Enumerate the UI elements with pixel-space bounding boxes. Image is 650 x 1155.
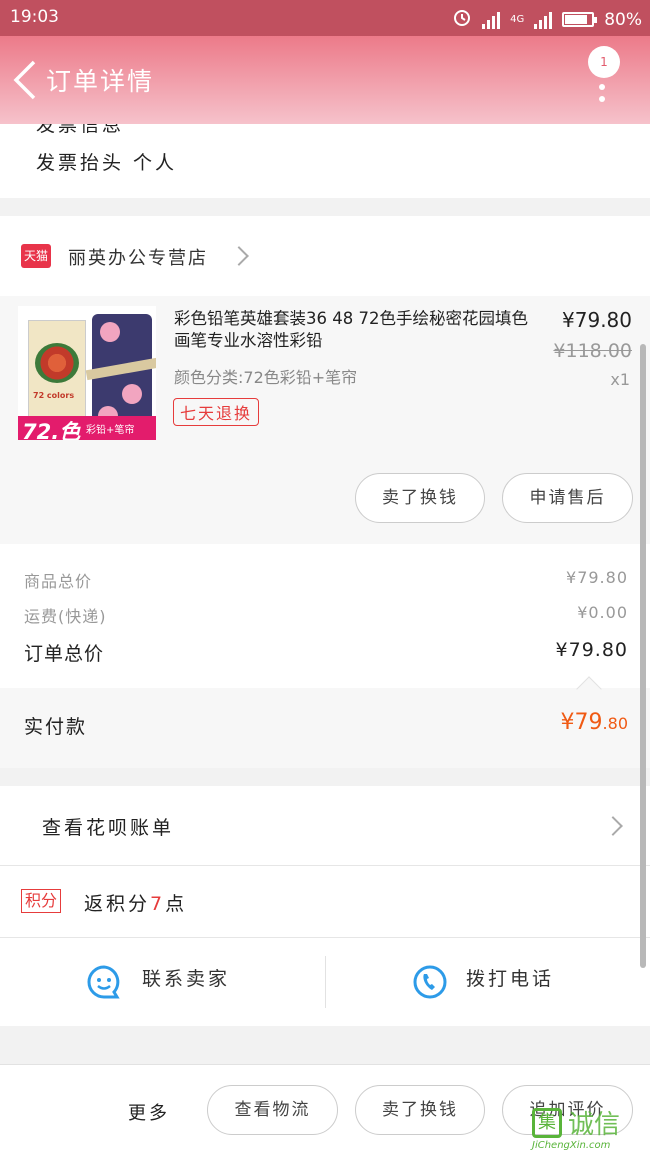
order-total-value: ¥79.80: [555, 639, 628, 661]
order-total-label: 订单总价: [24, 643, 105, 665]
after-sale-button[interactable]: 申请售后: [502, 473, 633, 523]
alarm-icon: [452, 7, 472, 32]
battery-icon: [562, 12, 598, 27]
sell-button[interactable]: 卖了换钱: [355, 473, 485, 523]
scrollbar[interactable]: [640, 344, 646, 968]
contact-bar: 联系卖家 拨打电话: [0, 938, 650, 1026]
product-title[interactable]: 彩色铅笔英雄套装36 48 72色手绘秘密花园填色画笔专业水溶性彩铅: [174, 308, 534, 352]
page-title: 订单详情: [46, 67, 155, 96]
image-badge-number: 72.色: [22, 420, 81, 440]
pencil-roll-picture: [85, 314, 156, 432]
more-button[interactable]: 更多: [128, 1099, 170, 1125]
item-quantity: x1: [610, 370, 630, 389]
goods-total-label: 商品总价: [24, 572, 93, 591]
huabei-bill-label: 查看花呗账单: [42, 817, 175, 839]
return-policy-tag: 七天退换: [173, 398, 260, 426]
nav-bar: 订单详情 1: [0, 36, 650, 124]
original-price: ¥118.00: [553, 340, 632, 362]
watermark-logo: 集 诚信 JiChengXin.com: [532, 1108, 621, 1151]
paid-value: ¥79.80: [560, 710, 628, 735]
paid-amount-row: 实付款 ¥79.80: [0, 676, 650, 768]
back-icon[interactable]: [10, 58, 40, 102]
contact-seller-button[interactable]: 联系卖家: [142, 964, 230, 991]
chevron-right-icon: [229, 246, 249, 266]
goods-total-value: ¥79.80: [566, 568, 628, 587]
phone-icon: [412, 964, 448, 1004]
points-row: 积分 返积分7点: [0, 866, 650, 938]
points-tag: 积分: [21, 889, 62, 913]
signal-icon-2: [534, 11, 553, 29]
paid-label: 实付款: [24, 716, 88, 738]
menu-dot-icon: [599, 96, 605, 102]
invoice-heading: 发票信息: [36, 124, 125, 136]
call-phone-button[interactable]: 拨打电话: [466, 964, 554, 991]
item-price: ¥79.80: [562, 308, 632, 332]
invoice-section: 发票信息 发票抬头 个人: [0, 124, 650, 198]
status-bar: 19:03 4G 80%: [0, 0, 650, 36]
product-sku: 颜色分类:72色彩铅+笔帘: [174, 368, 358, 387]
shipping-value: ¥0.00: [577, 603, 628, 622]
points-text: 返积分7点: [84, 893, 188, 915]
image-caption: 彩铅+笔帘: [86, 425, 135, 436]
product-image: 72 colors 72.色 彩铅+笔帘: [18, 306, 156, 440]
signal-icon: [482, 11, 501, 29]
huabei-bill-row[interactable]: 查看花呗账单: [0, 786, 650, 866]
sell-again-button[interactable]: 卖了换钱: [355, 1085, 485, 1135]
shipping-label: 运费(快递): [24, 607, 107, 626]
order-item[interactable]: 72 colors 72.色 彩铅+笔帘 彩色铅笔英雄套装36 48 72色手绘…: [0, 296, 650, 544]
chevron-right-icon: [603, 816, 623, 836]
chat-icon: [86, 964, 122, 1004]
shop-name: 丽英办公专营店: [68, 248, 208, 269]
pencil-box-picture: 72 colors: [28, 320, 86, 430]
network-type: 4G: [510, 14, 525, 25]
more-menu-button[interactable]: 1: [588, 46, 620, 106]
view-logistics-button[interactable]: 查看物流: [207, 1085, 338, 1135]
box-label: 72 colors: [33, 391, 75, 400]
status-icons: 4G 80%: [452, 7, 642, 32]
clock: 19:03: [10, 7, 59, 27]
tmall-icon: 天猫: [21, 244, 51, 268]
divider: [325, 956, 326, 1008]
image-badge: 72.色 彩铅+笔帘: [18, 416, 156, 440]
menu-dot-icon: [599, 84, 605, 90]
flower-graphic: [35, 343, 79, 383]
battery-level: 80%: [604, 9, 642, 30]
invoice-title: 发票抬头 个人: [36, 152, 178, 174]
shop-row[interactable]: 天猫 丽英办公专营店: [0, 216, 650, 296]
notification-badge: 1: [588, 46, 620, 78]
price-summary: 商品总价 ¥79.80 运费(快递) ¥0.00 订单总价 ¥79.80: [0, 544, 650, 688]
